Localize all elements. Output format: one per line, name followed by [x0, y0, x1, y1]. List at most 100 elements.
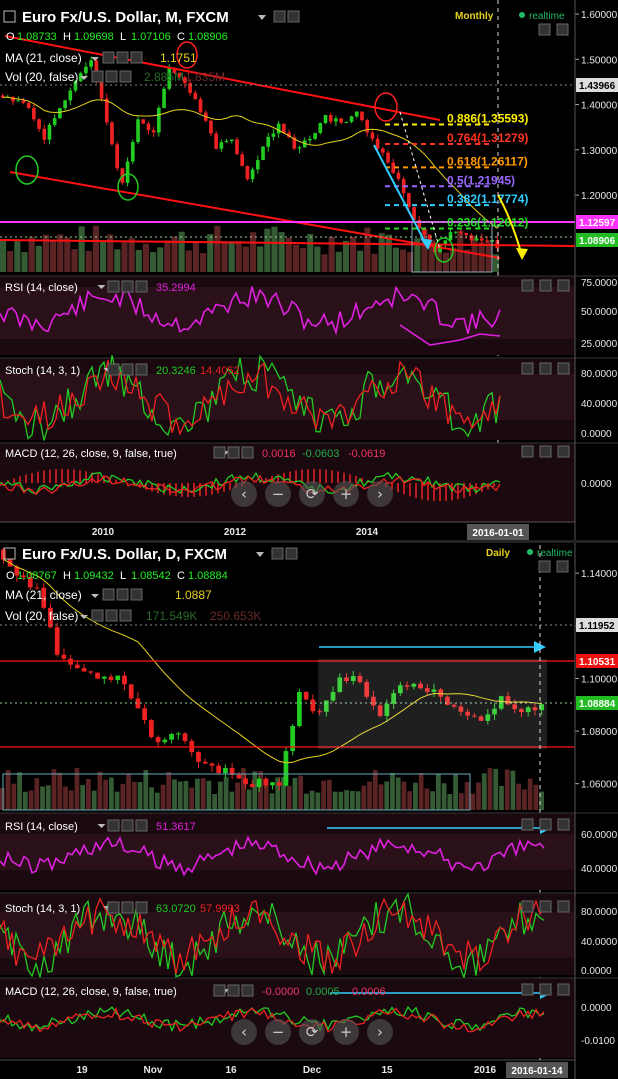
ohlc-c: 1.08884 — [188, 570, 228, 582]
rsi-tick-label: 50.0000 — [581, 307, 618, 318]
candle-body — [198, 99, 203, 113]
rsi-maximize-button[interactable] — [557, 818, 570, 831]
candle-body — [339, 118, 343, 123]
volume-bar — [85, 250, 92, 272]
nav-glyph: › — [377, 485, 383, 503]
bottom-scroll-left-button[interactable]: ‹ — [231, 1019, 257, 1045]
top-scroll-right-button[interactable]: › — [367, 481, 393, 507]
bottom-reset-button[interactable]: ⟳ — [299, 1019, 325, 1045]
x-tick-label: 2016 — [474, 1065, 497, 1076]
rsi-move-up-button[interactable] — [521, 818, 534, 831]
visibility-button[interactable] — [287, 10, 300, 23]
maximize-button[interactable] — [556, 560, 569, 573]
stoch-tick-label: 0.0000 — [581, 966, 612, 977]
rsi-visibility-button[interactable] — [121, 280, 134, 293]
ma-visibility-button[interactable] — [116, 51, 129, 64]
move-up-button[interactable] — [538, 23, 551, 36]
rsi-remove-button[interactable] — [135, 280, 148, 293]
stoch-move-down-button[interactable] — [539, 900, 552, 913]
candle-body — [459, 231, 463, 233]
maximize-button[interactable] — [556, 23, 569, 36]
rsi-settings-button[interactable] — [107, 280, 120, 293]
vol-visibility-button-box — [105, 609, 118, 622]
macd-settings-button[interactable] — [213, 446, 226, 459]
macd-settings-button[interactable] — [213, 984, 226, 997]
settings-button[interactable] — [273, 10, 286, 23]
macd-remove-button-box — [241, 984, 254, 997]
stoch-visibility-button[interactable] — [121, 901, 134, 914]
vol-remove-button[interactable] — [119, 70, 132, 83]
top-scroll-left-button[interactable]: ‹ — [231, 481, 257, 507]
chart-canvas: 1.60000 1.50000 1.40000 1.30000 1.20000 0.886… — [0, 0, 618, 1079]
ohlc-c_label: C — [177, 570, 185, 582]
rsi-visibility-button[interactable] — [121, 819, 134, 832]
stoch-settings-button[interactable] — [107, 901, 120, 914]
realtime-label: realtime — [529, 11, 565, 22]
volume-bar — [218, 781, 223, 810]
volume-bar — [499, 785, 504, 810]
rsi-maximize-button[interactable] — [557, 279, 570, 292]
rsi-move-up-button[interactable] — [521, 279, 534, 292]
visibility-button[interactable] — [285, 547, 298, 560]
vol-visibility-button[interactable] — [105, 70, 118, 83]
vol-settings-button[interactable] — [91, 609, 104, 622]
macd-move-up-button[interactable] — [521, 445, 534, 458]
stoch-visibility-button[interactable] — [121, 363, 134, 376]
vol-settings-button[interactable] — [91, 70, 104, 83]
bottom-scroll-right-button[interactable]: › — [367, 1019, 393, 1045]
stoch-maximize-button[interactable] — [557, 362, 570, 375]
rsi-settings-button[interactable] — [107, 819, 120, 832]
rsi-move-down-button[interactable] — [539, 279, 552, 292]
stoch-settings-button[interactable] — [107, 363, 120, 376]
ma-settings-button[interactable] — [102, 588, 115, 601]
macd-label: MACD (12, 26, close, 9, false, true) — [5, 986, 177, 998]
volume-bar — [178, 231, 185, 272]
top-zoom-in-button[interactable]: + — [333, 481, 359, 507]
interval-label: Daily — [486, 548, 510, 559]
macd-maximize-button[interactable] — [557, 983, 570, 996]
macd-maximize-button[interactable] — [557, 445, 570, 458]
x-tick-label: 2014 — [356, 527, 379, 538]
stoch-remove-button[interactable] — [135, 901, 148, 914]
macd-move-down-button[interactable] — [539, 445, 552, 458]
macd-visibility-button[interactable] — [227, 984, 240, 997]
macd-remove-button[interactable] — [241, 984, 254, 997]
volume-bar — [57, 772, 63, 810]
top-reset-button[interactable]: ⟳ — [299, 481, 325, 507]
ma-remove-button[interactable] — [130, 51, 143, 64]
volume-bar — [166, 772, 172, 810]
stoch-maximize-button[interactable] — [557, 900, 570, 913]
macd-remove-button[interactable] — [241, 446, 254, 459]
stoch-value: 63.0720 — [156, 903, 196, 915]
ma-visibility-button[interactable] — [116, 588, 129, 601]
move-up-button[interactable] — [538, 560, 551, 573]
vol-visibility-button[interactable] — [105, 609, 118, 622]
macd-visibility-button[interactable] — [227, 446, 240, 459]
rsi-move-down-button[interactable] — [539, 818, 552, 831]
settings-button[interactable] — [271, 547, 284, 560]
candle-body — [479, 238, 484, 241]
volume-bar — [100, 241, 107, 272]
stoch-move-down-button[interactable] — [539, 362, 552, 375]
stoch-move-up-button[interactable] — [521, 362, 534, 375]
stoch-visibility-button-box — [121, 363, 134, 376]
macd-move-down-button[interactable] — [539, 983, 552, 996]
ma-remove-button[interactable] — [130, 588, 143, 601]
macd-move-up-button[interactable] — [521, 983, 534, 996]
stoch-move-up-button[interactable] — [521, 900, 534, 913]
candle-body — [249, 784, 255, 788]
top-zoom-out-button[interactable]: − — [265, 481, 291, 507]
volume-bar — [103, 779, 108, 810]
rsi-remove-button[interactable] — [135, 819, 148, 832]
bottom-zoom-in-button[interactable]: + — [333, 1019, 359, 1045]
stoch-move-up-button-box — [521, 900, 534, 913]
macd-settings-button-box — [213, 446, 226, 459]
bottom-zoom-out-button[interactable]: − — [265, 1019, 291, 1045]
vol-remove-button[interactable] — [119, 609, 132, 622]
ma-settings-button[interactable] — [102, 51, 115, 64]
stoch-remove-button[interactable] — [135, 363, 148, 376]
candle-body — [104, 98, 109, 123]
volume-bar — [200, 778, 206, 810]
candle-body — [214, 133, 218, 149]
candle-body — [146, 123, 151, 131]
